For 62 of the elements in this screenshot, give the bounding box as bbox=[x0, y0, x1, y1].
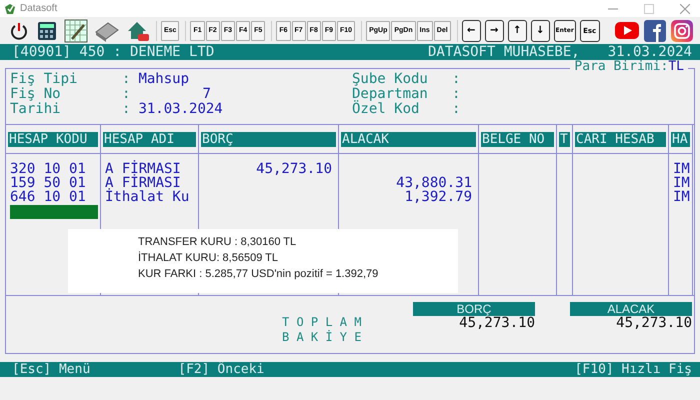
table-cell: IM bbox=[673, 161, 690, 177]
field-label: Şube Kodu bbox=[352, 72, 429, 87]
column-header: HESAP KODU bbox=[8, 132, 98, 147]
close-icon[interactable] bbox=[680, 4, 690, 14]
table-cell: 159 50 01 bbox=[10, 175, 86, 191]
currency-value: TL bbox=[668, 59, 684, 74]
debit-total-header: BORÇ bbox=[413, 302, 535, 316]
table-cell: IM bbox=[673, 189, 690, 205]
arrow-key-button[interactable]: ↑ bbox=[508, 20, 527, 42]
field-label: Özel Kod bbox=[352, 102, 420, 117]
column-header: ALACAK bbox=[341, 132, 476, 147]
arrow-key-button[interactable]: ← bbox=[462, 20, 481, 42]
debit-total: 45,273.10 bbox=[459, 316, 535, 330]
column-header: CARI HESAB bbox=[575, 132, 666, 147]
calculator-icon[interactable] bbox=[36, 20, 58, 42]
credit-total: 45,273.10 bbox=[615, 316, 692, 330]
field-value[interactable]: 7 bbox=[130, 87, 211, 102]
note-line: İTHALAT KURU: 8,56509 TL bbox=[138, 250, 280, 266]
table-cell: IM bbox=[673, 175, 690, 191]
column-header: BELGE NO bbox=[481, 132, 554, 147]
field-colon: : bbox=[452, 72, 460, 87]
table-cell: 646 10 01 bbox=[10, 189, 86, 205]
company-name: [40901] 450 : DENEME LTD bbox=[12, 44, 214, 60]
field-colon: : bbox=[122, 87, 130, 102]
window-title: Datasoft bbox=[20, 3, 58, 14]
field-colon: : bbox=[122, 102, 130, 117]
table-cell: İthalat Ku bbox=[105, 189, 190, 205]
field-label: Fiş Tipi bbox=[10, 72, 78, 87]
header-date: 31.03.2024 bbox=[608, 44, 692, 60]
video-play-icon[interactable] bbox=[614, 22, 639, 39]
column-header: HESAP ADI bbox=[103, 132, 196, 147]
credit-total-header: ALACAK bbox=[570, 302, 692, 316]
arrow-key-button[interactable]: ↓ bbox=[530, 20, 550, 42]
field-colon: : bbox=[452, 102, 460, 117]
table-cell: 1,392.79 bbox=[404, 189, 472, 205]
column-header: BORÇ bbox=[201, 132, 336, 147]
table-cell: 45,273.10 bbox=[256, 161, 332, 177]
app-name: DATASOFT MUHASEBE, bbox=[428, 44, 580, 60]
table-cell: 320 10 01 bbox=[10, 161, 86, 177]
shortcut-hint[interactable]: [F2] Önceki bbox=[178, 362, 264, 377]
field-colon: : bbox=[122, 72, 130, 87]
letter-f-icon[interactable] bbox=[644, 20, 666, 42]
balance-label: B A K İ Y E bbox=[282, 330, 362, 345]
field-colon: : bbox=[452, 87, 460, 102]
total-label: T O P L A M bbox=[282, 315, 362, 330]
field-label: Tarihi bbox=[10, 102, 62, 117]
arrow-key-button[interactable]: → bbox=[484, 20, 504, 42]
note-line: TRANSFER KURU : 8,30160 TL bbox=[138, 235, 298, 250]
camera-icon[interactable] bbox=[670, 20, 693, 42]
note-line: KUR FARKI : 5.285,77 USD'nin pozitif = 1.392,79 bbox=[138, 267, 380, 282]
field-label: Departman bbox=[352, 87, 429, 102]
shortcut-hint[interactable]: [Esc] Menü bbox=[12, 362, 90, 377]
shortcut-hint[interactable]: [F10] Hızlı Fiş bbox=[574, 362, 692, 377]
column-header: HA bbox=[671, 132, 690, 147]
field-value[interactable]: Mahsup bbox=[130, 72, 190, 87]
field-label: Fiş No bbox=[10, 87, 62, 102]
column-header: T bbox=[559, 132, 570, 147]
field-value[interactable]: 31.03.2024 bbox=[130, 102, 223, 117]
app-logo-icon bbox=[4, 2, 16, 14]
spreadsheet-pen-icon[interactable] bbox=[64, 18, 88, 42]
table-cell: 43,880.31 bbox=[396, 175, 472, 191]
currency-label: Para Birimi: bbox=[574, 59, 668, 74]
